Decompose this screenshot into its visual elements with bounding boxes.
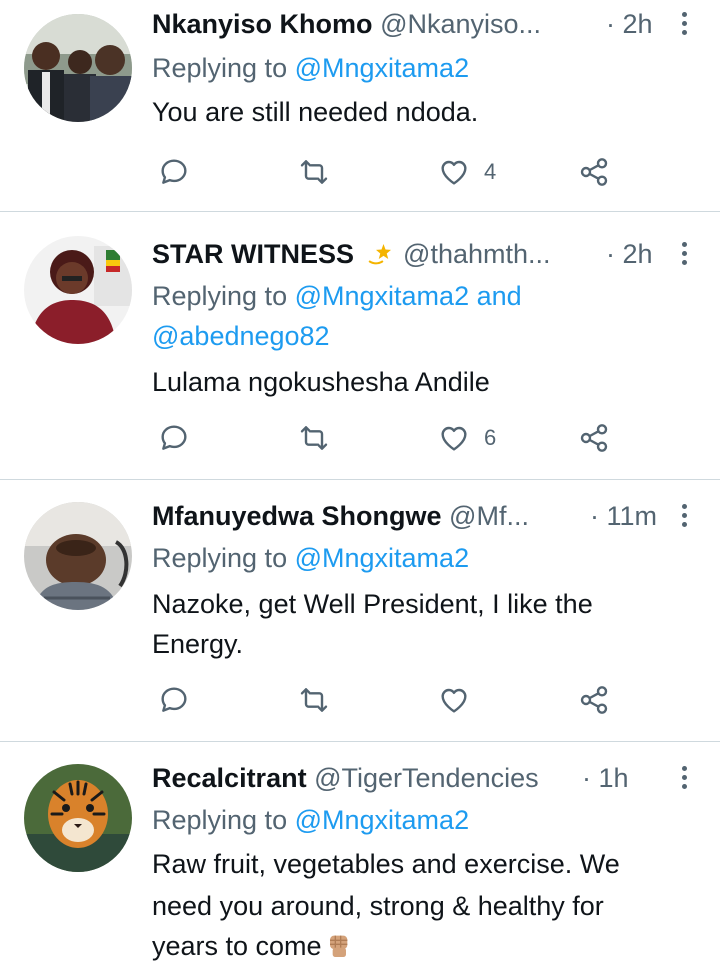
- group-photo-avatar: [24, 14, 132, 122]
- replying-to: Replying to @Mngxitama2: [152, 48, 469, 88]
- reply-feed: Nkanyiso Khomo @Nkanyiso... · 2h Replyin…: [0, 0, 720, 968]
- more-options-icon[interactable]: [676, 760, 692, 796]
- share-icon: [580, 158, 608, 186]
- tweet-header: STAR WITNESS @thahmth... · 2h: [152, 236, 692, 272]
- timestamp[interactable]: · 2h: [606, 236, 653, 272]
- display-name[interactable]: Mfanuyedwa Shongwe: [152, 501, 442, 531]
- tweet-text-line-3-text: years to come: [152, 931, 322, 961]
- replying-to-continued: @abednego82: [152, 316, 330, 356]
- display-name[interactable]: Nkanyiso Khomo: [152, 9, 373, 39]
- man-selfie-avatar: [24, 502, 132, 610]
- mention-link[interactable]: @Mngxitama2: [295, 53, 469, 83]
- tweet-header: Nkanyiso Khomo @Nkanyiso... · 2h: [152, 6, 692, 42]
- more-options-icon[interactable]: [676, 498, 692, 534]
- tweet-text-line-2: Energy.: [152, 629, 244, 659]
- timestamp[interactable]: · 11m: [590, 498, 657, 534]
- tweet-header: Recalcitrant @TigerTendencies · 1h: [152, 760, 692, 796]
- tweet-text: You are still needed ndoda.: [152, 97, 479, 127]
- like-button[interactable]: 6: [438, 418, 496, 458]
- tweet[interactable]: Nkanyiso Khomo @Nkanyiso... · 2h Replyin…: [0, 0, 720, 212]
- heart-icon: [441, 688, 467, 713]
- mention-link[interactable]: @Mngxitama2: [295, 543, 469, 573]
- like-button[interactable]: 4: [438, 152, 496, 192]
- retweet-icon: [300, 426, 328, 450]
- mention-link[interactable]: @abednego82: [152, 321, 330, 351]
- mention-link[interactable]: @Mngxitama2: [295, 805, 469, 835]
- retweet-button[interactable]: [298, 418, 330, 458]
- timestamp[interactable]: · 1h: [582, 760, 629, 796]
- action-bar: 6: [152, 418, 632, 458]
- replying-to: Replying to @Mngxitama2: [152, 538, 469, 578]
- mention-link[interactable]: @Mngxitama2: [295, 281, 469, 311]
- replying-prefix: Replying to: [152, 805, 288, 835]
- replying-to: Replying to @Mngxitama2: [152, 800, 469, 840]
- more-options-icon[interactable]: [676, 6, 692, 42]
- avatar[interactable]: [24, 764, 132, 872]
- avatar[interactable]: [24, 236, 132, 344]
- action-bar: [152, 680, 632, 720]
- tweet-header: Mfanuyedwa Shongwe @Mf... · 11m: [152, 498, 692, 534]
- user-handle[interactable]: @Mf...: [449, 501, 529, 531]
- retweet-icon: [300, 160, 328, 184]
- display-name[interactable]: Recalcitrant: [152, 763, 307, 793]
- reply-button[interactable]: [158, 680, 190, 720]
- woman-portrait-avatar: [24, 236, 132, 344]
- replying-prefix: Replying to: [152, 281, 288, 311]
- avatar[interactable]: [24, 502, 132, 610]
- avatar[interactable]: [24, 14, 132, 122]
- replying-prefix: Replying to: [152, 53, 288, 83]
- tweet[interactable]: Mfanuyedwa Shongwe @Mf... · 11m Replying…: [0, 480, 720, 742]
- tweet-text-line-2: need you around, strong & healthy for: [152, 891, 604, 921]
- retweet-button[interactable]: [298, 152, 330, 192]
- reply-button[interactable]: [158, 152, 190, 192]
- tweet[interactable]: Recalcitrant @TigerTendencies · 1h Reply…: [0, 742, 720, 968]
- share-button[interactable]: [578, 680, 610, 720]
- share-button[interactable]: [578, 152, 610, 192]
- reply-icon: [161, 687, 187, 712]
- heart-icon: [441, 160, 467, 185]
- timestamp[interactable]: · 2h: [606, 6, 653, 42]
- action-bar: 4: [152, 152, 632, 192]
- user-handle[interactable]: @thahmth...: [403, 239, 550, 269]
- reply-icon: [161, 425, 187, 450]
- retweet-icon: [300, 688, 328, 712]
- like-count: 6: [484, 425, 497, 450]
- raised-fist-icon: [329, 935, 347, 957]
- tweet-text: Raw fruit, vegetables and exercise. We: [152, 849, 620, 879]
- like-button[interactable]: [438, 680, 484, 720]
- user-handle[interactable]: @TigerTendencies: [314, 763, 539, 793]
- user-handle[interactable]: @Nkanyiso...: [380, 9, 541, 39]
- dizzy-star-icon: [368, 244, 391, 265]
- like-count: 4: [484, 159, 497, 184]
- reply-button[interactable]: [158, 418, 190, 458]
- share-icon: [580, 686, 608, 714]
- display-name[interactable]: STAR WITNESS: [152, 239, 354, 269]
- replying-prefix: Replying to: [152, 543, 288, 573]
- tiger-avatar: [24, 764, 132, 872]
- tweet-text-line-3: years to come: [152, 926, 354, 966]
- retweet-button[interactable]: [298, 680, 330, 720]
- replying-to: Replying to @Mngxitama2 and: [152, 276, 522, 316]
- share-button[interactable]: [578, 418, 610, 458]
- share-icon: [580, 424, 608, 452]
- more-options-icon[interactable]: [676, 236, 692, 272]
- mention-joiner: and: [476, 281, 522, 311]
- tweet-text: Nazoke, get Well President, I like the: [152, 589, 593, 619]
- heart-icon: [441, 426, 467, 451]
- reply-icon: [161, 159, 187, 184]
- tweet-text: Lulama ngokushesha Andile: [152, 367, 490, 397]
- tweet[interactable]: STAR WITNESS @thahmth... · 2h Replying t…: [0, 212, 720, 480]
